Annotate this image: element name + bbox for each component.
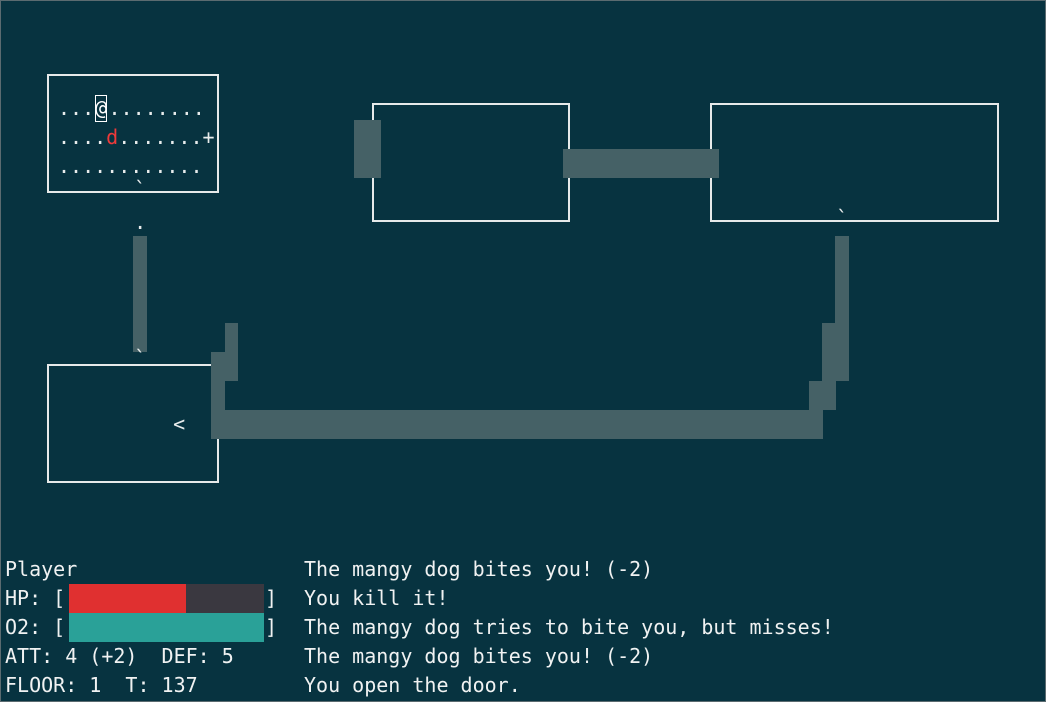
message-log-line: The mangy dog tries to bite you, but mis… xyxy=(304,615,834,639)
floor-tiles: ........ xyxy=(108,96,205,120)
game-screen[interactable]: ........... @ ....d.......+ ............… xyxy=(0,0,1046,702)
stairs-up-glyph: < xyxy=(173,412,186,436)
mangy-dog-glyph: d xyxy=(106,125,119,149)
floor-tiles: ... xyxy=(58,96,95,120)
doorway-glyph: ` xyxy=(134,346,147,370)
floor-tiles: .... xyxy=(58,125,107,149)
floor-tiles: ....... xyxy=(118,125,203,149)
player-name: Player xyxy=(5,557,78,581)
message-log-line: The mangy dog bites you! (-2) xyxy=(304,557,654,581)
corridor-segment xyxy=(211,410,823,439)
o2-bar xyxy=(69,613,264,642)
corridor-segment xyxy=(354,120,381,178)
hp-label: HP: [ xyxy=(5,586,66,610)
hp-bar xyxy=(69,584,264,613)
room-row: ........... xyxy=(58,94,205,123)
corridor-segment xyxy=(835,236,849,352)
room-row: ............ xyxy=(58,154,203,178)
room-row: ....d.......+ xyxy=(58,123,215,152)
o2-label: O2: [ xyxy=(5,615,66,639)
door-glyph: + xyxy=(202,125,215,149)
doorway-glyph: ` xyxy=(836,206,849,230)
room-southwest xyxy=(47,364,219,483)
doorway-glyph: ` xyxy=(134,177,147,201)
floor-tile: . xyxy=(134,210,147,234)
o2-bracket: ] xyxy=(265,615,278,639)
corridor-segment xyxy=(133,236,147,352)
hp-bar-fill xyxy=(69,584,186,613)
message-log-line: You open the door. xyxy=(304,673,521,697)
o2-bar-fill xyxy=(69,613,264,642)
corridor-segment xyxy=(809,381,836,410)
room-northeast xyxy=(710,103,999,222)
corridor-segment xyxy=(211,352,238,381)
message-log-line: The mangy dog bites you! (-2) xyxy=(304,644,654,668)
hp-bracket: ] xyxy=(265,586,278,610)
player-glyph: @ xyxy=(94,94,108,123)
corridor-segment xyxy=(563,149,719,178)
floor-turn-counter: FLOOR: 1 T: 137 xyxy=(5,673,198,697)
message-log-line: You kill it! xyxy=(304,586,449,610)
attack-defense-stats: ATT: 4 (+2) DEF: 5 xyxy=(5,644,234,668)
room-north-center xyxy=(372,103,570,222)
